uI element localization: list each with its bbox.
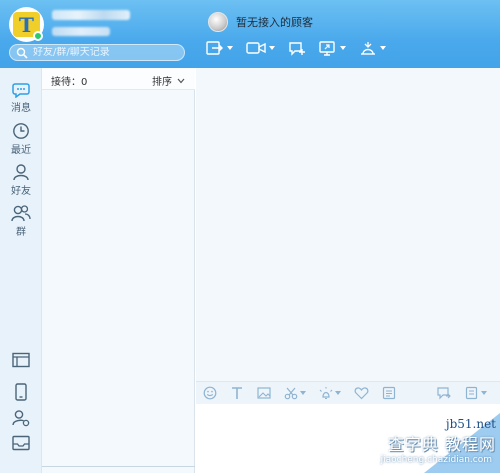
inbox-button[interactable] [0,435,42,451]
chevron-down-icon [380,46,386,50]
sidebar-item-label: 消息 [11,103,31,114]
top-toolbar [206,40,399,56]
inbox-icon [12,435,30,451]
chevron-down-icon [481,391,487,395]
image-icon [257,387,271,399]
gallery-icon [382,386,396,400]
chat-history-icon [437,387,451,400]
group-icon [11,205,31,222]
sidebar: 消息 最近 好友 群 [0,68,42,473]
more-icon [465,386,478,400]
chevron-down-icon [340,46,346,50]
person-icon [13,164,29,181]
account-settings-button[interactable] [0,409,42,427]
list-header: 接待：0 排序 [42,68,195,90]
emoji-icon [203,386,217,400]
visitor-status: 暂无接入的顾客 [208,12,313,32]
sort-dropdown[interactable]: 排序 [152,73,185,88]
screen-share-icon [319,41,335,56]
chevron-down-icon [177,78,185,83]
customer-list-panel: 接待：0 排序 [42,68,195,473]
video-icon [246,42,266,54]
window-icon [12,352,30,368]
scissors-icon [284,387,298,400]
blurred-nickname [52,10,130,20]
chevron-down-icon [335,391,341,395]
online-status-dot[interactable] [33,31,43,41]
screenshot-button[interactable] [284,386,306,400]
more-button[interactable] [465,386,487,400]
blurred-signature [52,27,110,36]
chat-history-button[interactable] [436,386,452,400]
shake-icon [319,387,333,400]
chat-toolbar [196,381,500,404]
screen-share-button[interactable] [319,40,346,56]
sidebar-item-messages[interactable]: 消息 [0,82,42,114]
image-button[interactable] [257,386,271,400]
font-icon [232,387,242,399]
sidebar-item-label: 好友 [11,186,31,197]
user-settings-icon [12,410,30,427]
search-box[interactable] [9,44,185,61]
remote-assist-icon [361,42,375,55]
video-call-button[interactable] [246,40,275,56]
visitor-avatar-icon [208,12,228,32]
sidebar-item-recent[interactable]: 最近 [0,122,42,156]
favorite-button[interactable] [354,386,369,400]
add-chat-button[interactable] [288,40,306,56]
sidebar-item-friends[interactable]: 好友 [0,163,42,197]
title-bar: T 暂无接入的顾客 [0,0,500,68]
message-icon [12,83,30,98]
sidebar-item-groups[interactable]: 群 [0,204,42,238]
sort-label: 排序 [152,77,172,88]
sidebar-item-label: 群 [16,227,26,238]
clock-icon [13,123,29,139]
heart-icon [354,387,369,400]
remote-assist-button[interactable] [359,40,386,56]
reception-count: 接待：0 [51,77,88,88]
sidebar-item-label: 最近 [11,145,31,156]
phone-icon [15,383,27,401]
search-icon [16,47,28,59]
app-manager-button[interactable] [0,352,42,368]
shake-button[interactable] [319,386,341,400]
search-input[interactable] [33,47,173,58]
chevron-down-icon [269,46,275,50]
gallery-button[interactable] [382,386,396,400]
emoji-button[interactable] [203,386,217,400]
font-button[interactable] [230,386,244,400]
chat-message-area [196,68,500,381]
list-divider [42,466,195,467]
chat-add-icon [289,42,305,56]
avatar-letter: T [19,13,34,37]
visitor-status-text: 暂无接入的顾客 [236,16,313,29]
chevron-down-icon [300,391,306,395]
message-input-area[interactable] [196,404,500,473]
transfer-icon [206,41,223,55]
transfer-button[interactable] [206,40,233,56]
mobile-button[interactable] [0,383,42,401]
chevron-down-icon [227,46,233,50]
